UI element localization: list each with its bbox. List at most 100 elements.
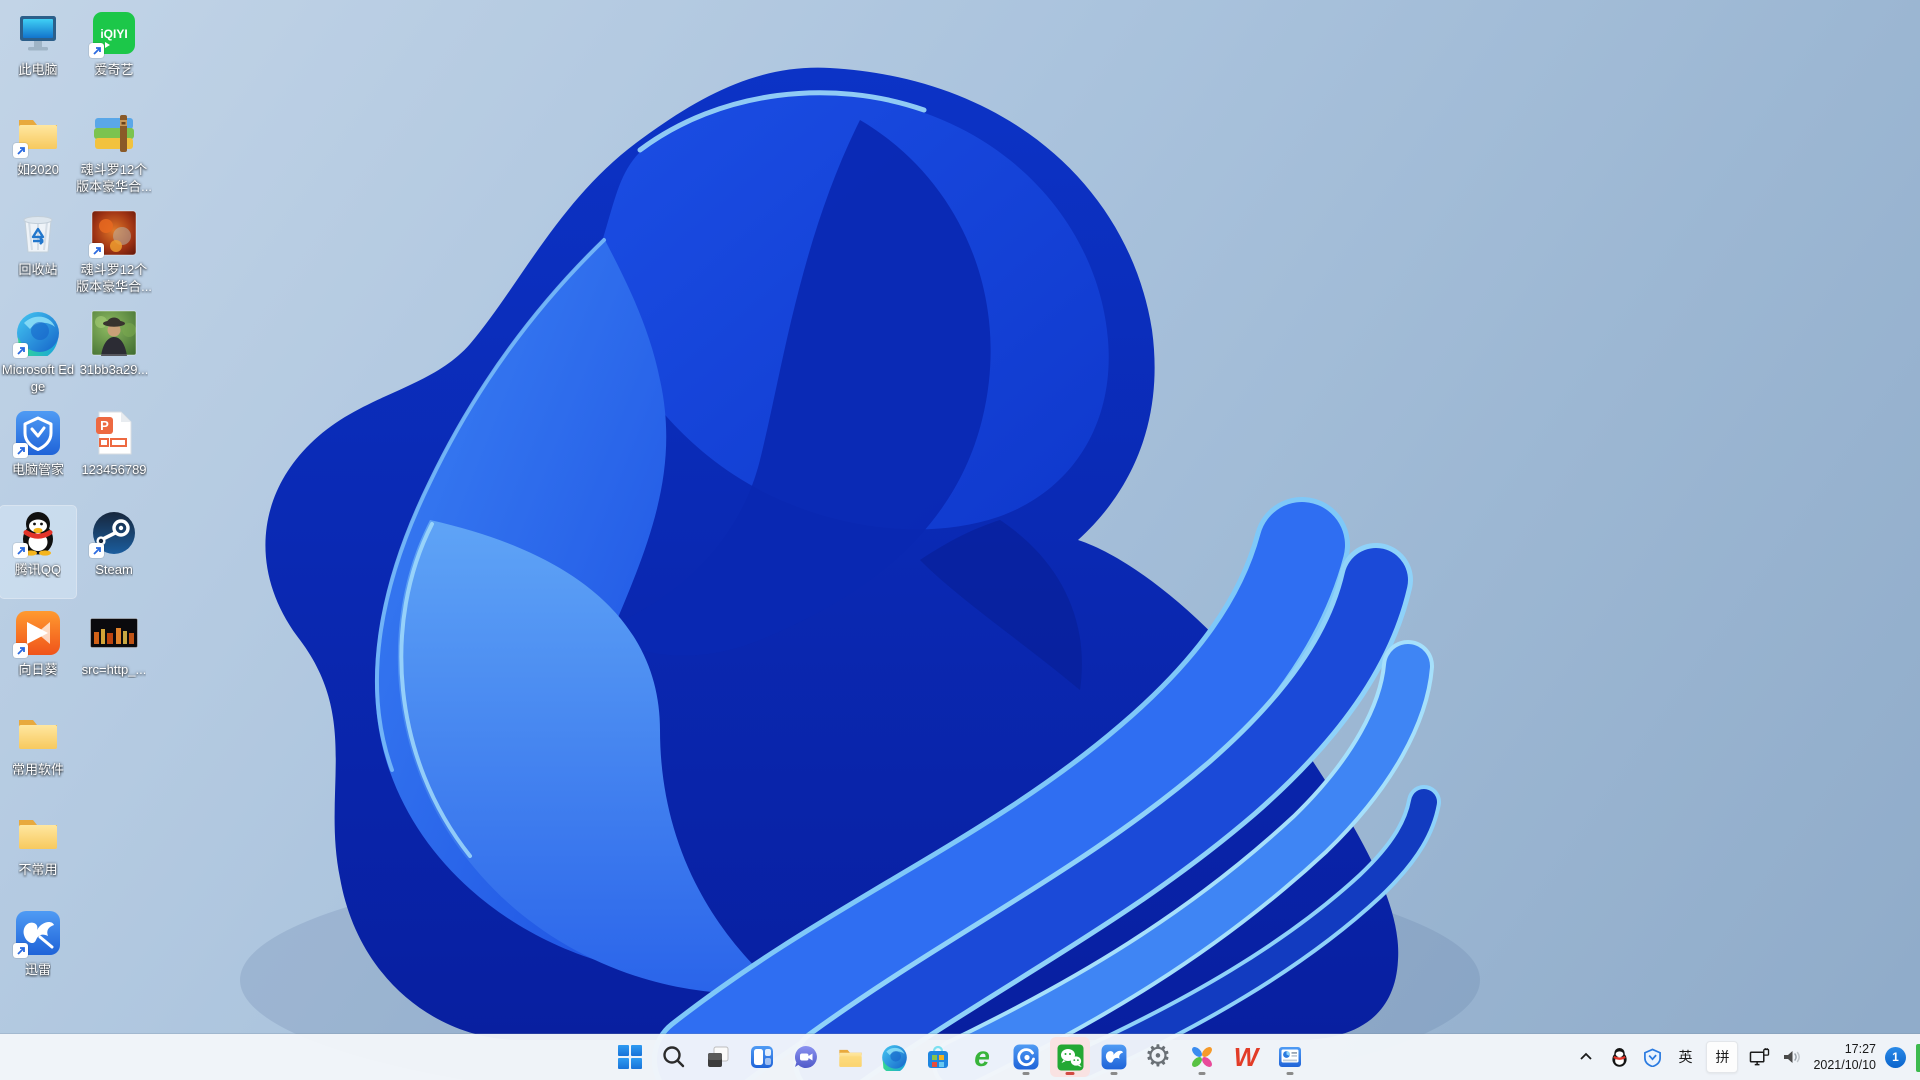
pinwheel-app-button[interactable] [1182, 1037, 1222, 1077]
desktop-icon-label: Steam [95, 562, 133, 577]
system-tray: 英 拼 17:27 2021/10/10 1 [1574, 1034, 1920, 1080]
file-explorer-button[interactable] [830, 1037, 870, 1077]
wps-office-button[interactable]: W [1226, 1037, 1266, 1077]
steam-icon [89, 509, 138, 558]
tray-pc-manager[interactable] [1640, 1040, 1664, 1074]
winrar-archive-icon [90, 109, 138, 157]
notification-count-badge[interactable]: 1 [1885, 1046, 1906, 1068]
ime-language-indicator[interactable]: 英 [1673, 1040, 1697, 1074]
widgets-icon [751, 1046, 773, 1068]
folder-icon [14, 809, 62, 857]
blue-swirl-icon [1013, 1044, 1039, 1070]
gear-icon: ⚙ [1144, 1040, 1172, 1073]
wechat-button[interactable] [1050, 1037, 1090, 1077]
desktop-icon-label: 魂斗罗12个版本豪华合... [76, 262, 152, 295]
running-indicator [1198, 1072, 1206, 1075]
shortcut-arrow-overlay [89, 543, 104, 558]
shortcut-arrow-overlay [89, 43, 104, 58]
desktop-icon-uncommon-folder[interactable]: 不常用 [0, 806, 76, 898]
shield-icon [13, 409, 62, 458]
wechat-icon [1057, 1044, 1083, 1070]
folder-icon [14, 709, 62, 757]
chat-camera-icon [794, 1046, 817, 1068]
desktop-icon-label: 如2020 [17, 162, 59, 177]
ime-mode-indicator[interactable]: 拼 [1706, 1041, 1739, 1073]
desktop-icon-label: 腾讯QQ [14, 562, 62, 577]
desktop-icon-sunflower[interactable]: 向日葵 [0, 606, 76, 698]
iqiyi-icon: iQIYI [89, 9, 138, 58]
360-speed-browser-button[interactable]: e [962, 1037, 1002, 1077]
start-button[interactable] [610, 1037, 650, 1077]
desktop-icon-iqiyi[interactable]: iQIYI 爱奇艺 [76, 6, 152, 98]
desktop-wallpaper-bloom[interactable] [0, 0, 1920, 1080]
shield-icon [1643, 1047, 1661, 1067]
sunflower-remote-icon [13, 609, 62, 658]
folder-icon [838, 1049, 862, 1067]
thunder-button[interactable] [1094, 1037, 1134, 1077]
active-running-indicator [1065, 1072, 1075, 1075]
desktop-icon-this-pc[interactable]: 此电脑 [0, 6, 76, 98]
picture-chart-icon [1279, 1047, 1301, 1067]
task-view-button[interactable] [698, 1037, 738, 1077]
360-safe-browser-button[interactable] [1006, 1037, 1046, 1077]
desktop-icon-label: 不常用 [18, 862, 58, 877]
tray-qq[interactable] [1607, 1040, 1631, 1074]
desktop-icon-photo-31bb3a29[interactable]: 31bb3a29... [76, 306, 152, 398]
thunder-bird-icon [13, 909, 62, 958]
desktop-icon-contra-rar[interactable]: 魂斗罗12个版本豪华合... [76, 106, 152, 198]
settings-button[interactable]: ⚙ [1138, 1037, 1178, 1077]
svg-text:P: P [100, 418, 109, 433]
search-button[interactable] [654, 1037, 694, 1077]
desktop-icon-label: 123456789 [81, 462, 147, 477]
speaker-icon [1784, 1051, 1801, 1063]
desktop-icon-contra-image[interactable]: 魂斗罗12个版本豪华合... [76, 206, 152, 298]
volume-status[interactable] [1780, 1040, 1804, 1074]
chevron-up-icon [1580, 1052, 1593, 1060]
recycle-bin-icon [14, 209, 62, 257]
desktop-icon-label: Microsoft Edge [1, 362, 75, 395]
folder-icon [13, 109, 62, 158]
desktop-icon-steam[interactable]: Steam [76, 506, 152, 598]
network-status[interactable] [1747, 1040, 1771, 1074]
chat-button[interactable] [786, 1037, 826, 1077]
clock-date: 2021/10/10 [1813, 1058, 1876, 1072]
shortcut-arrow-overlay [13, 543, 28, 558]
taskbar: e ⚙ W 英 拼 17:27 2021/10/10 1 [0, 1034, 1920, 1080]
shortcut-arrow-overlay [13, 143, 28, 158]
desktop-icon-tencent-qq[interactable]: 腾讯QQ [0, 505, 77, 599]
edge-swirl-icon [881, 1044, 907, 1071]
running-indicator [1110, 1072, 1118, 1075]
presentation-file-icon: P [90, 409, 138, 457]
shortcut-arrow-overlay [13, 343, 28, 358]
desktop-icon-thunder[interactable]: 迅雷 [0, 906, 76, 998]
store-bag-icon [928, 1045, 948, 1068]
shortcut-arrow-overlay [13, 443, 28, 458]
desktop-icon-label: 常用软件 [11, 762, 64, 777]
desktop-icon-ru2020-folder[interactable]: 如2020 [0, 106, 76, 198]
tray-chevron-up[interactable] [1574, 1040, 1598, 1074]
task-view-icon [708, 1046, 729, 1067]
desktop-icon-microsoft-edge[interactable]: Microsoft Edge [0, 306, 76, 398]
qq-penguin-icon [13, 509, 62, 558]
taskbar-clock[interactable]: 17:27 2021/10/10 [1813, 1041, 1876, 1074]
desktop-icon-label: 此电脑 [18, 62, 58, 77]
wps-w-icon: W [1233, 1042, 1259, 1072]
microsoft-store-button[interactable] [918, 1037, 958, 1077]
svg-text:iQIYI: iQIYI [100, 27, 127, 41]
desktop-icon-pc-manager[interactable]: 电脑管家 [0, 406, 76, 498]
desktop-icon-presentation-file[interactable]: P 123456789 [76, 406, 152, 498]
screen-edge-green-indicator [1916, 1044, 1920, 1072]
desktop-icon-recycle-bin[interactable]: 回收站 [0, 206, 76, 298]
windows-start-icon [618, 1045, 642, 1069]
qq-penguin-icon [1612, 1047, 1627, 1067]
desktop-icon-label: 迅雷 [24, 962, 51, 977]
night-photo-thumbnail-icon [90, 609, 138, 657]
widgets-button[interactable] [742, 1037, 782, 1077]
edge-button[interactable] [874, 1037, 914, 1077]
screenshot-tool-button[interactable] [1270, 1037, 1310, 1077]
desktop-icon-label: 回收站 [18, 262, 58, 277]
desktop-icon-src-http-image[interactable]: src=http_... [76, 606, 152, 698]
desktop-icon-label: 31bb3a29... [79, 362, 149, 377]
desktop-icon-common-software-folder[interactable]: 常用软件 [0, 706, 76, 798]
game-art-thumbnail-icon [89, 209, 138, 258]
